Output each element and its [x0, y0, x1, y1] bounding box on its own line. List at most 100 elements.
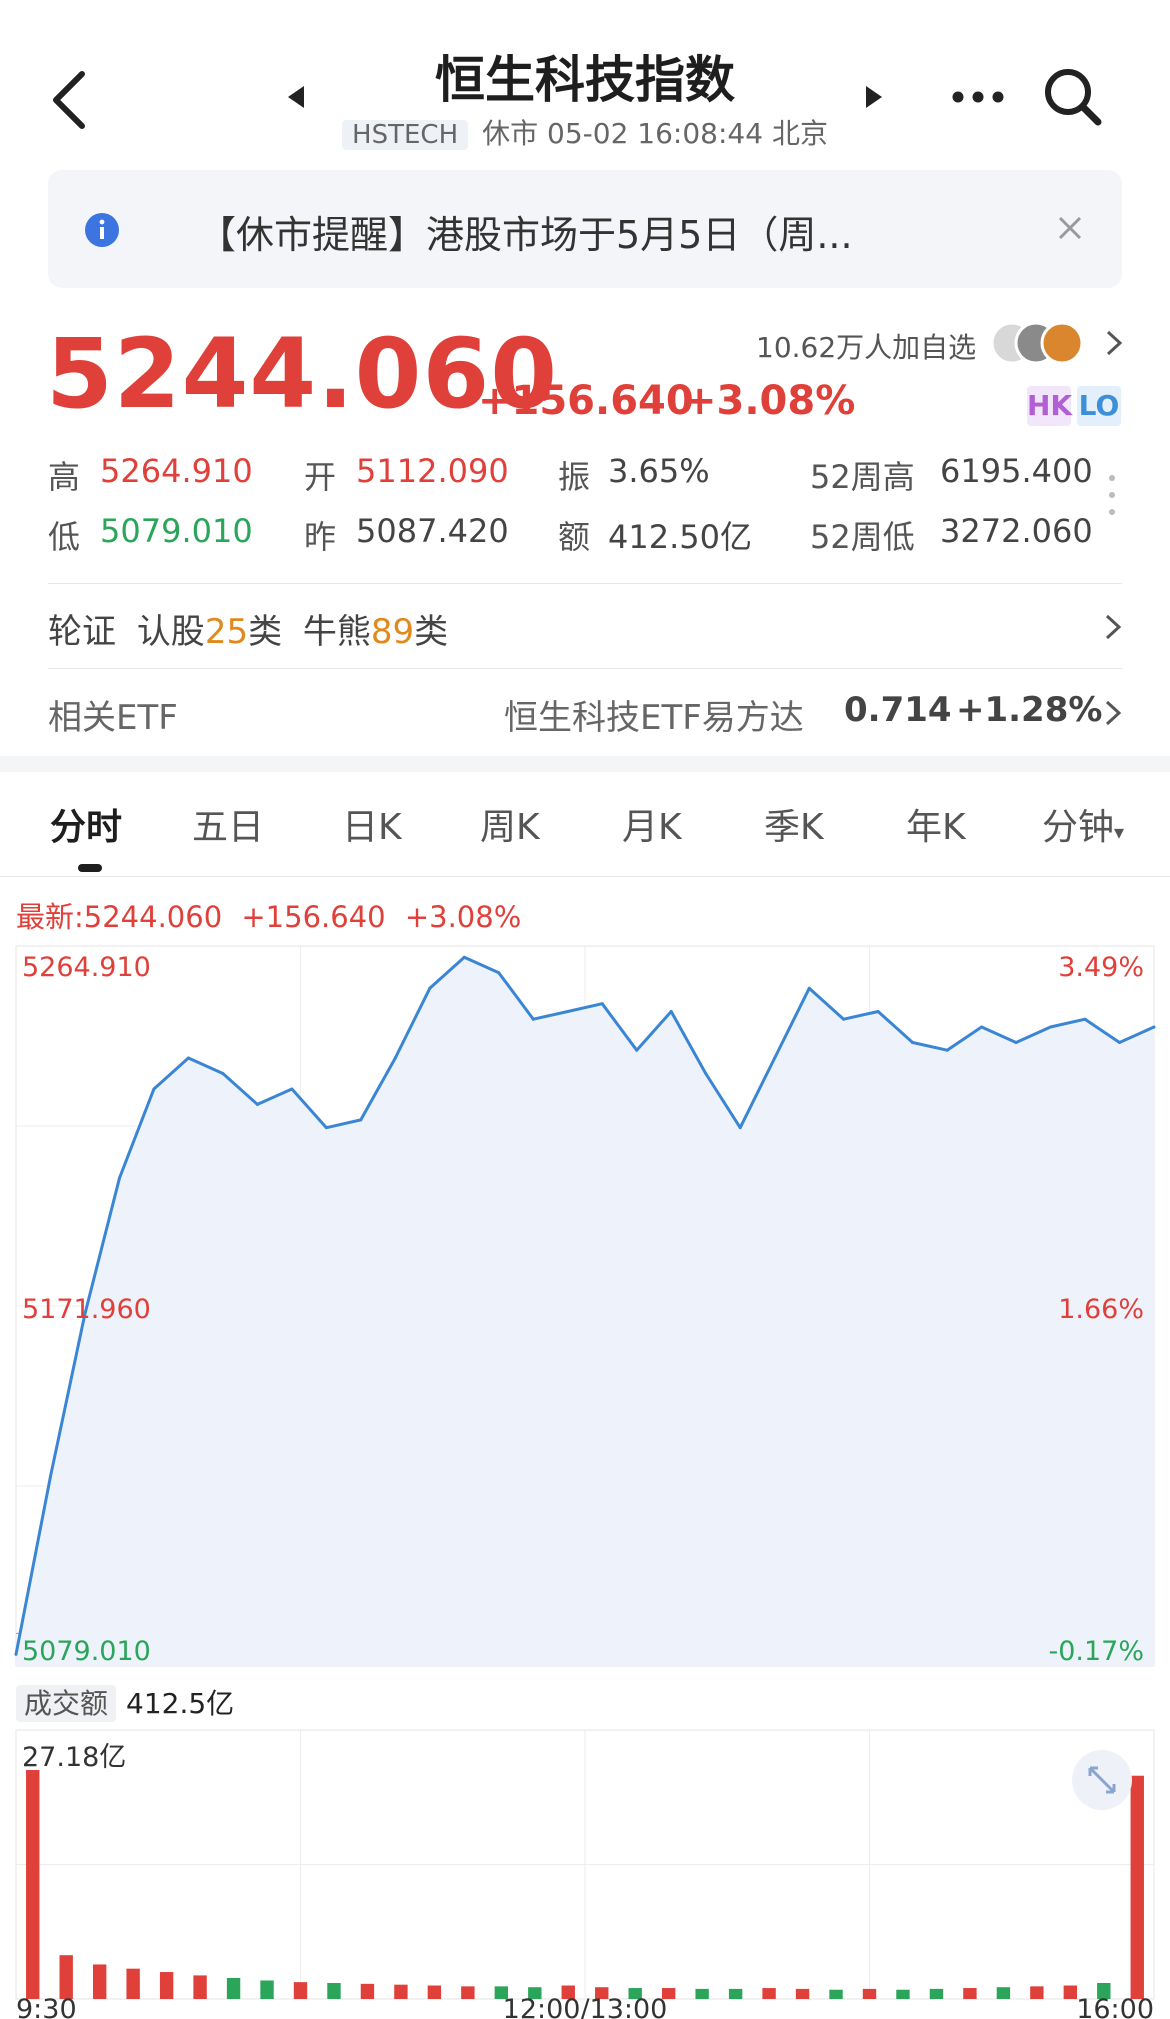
price-point [1014, 1040, 1018, 1044]
chevron-right-icon[interactable] [1102, 326, 1126, 360]
y-axis-label-left: 5264.910 [22, 952, 151, 983]
latest-label: 最新:5244.060 [16, 900, 223, 934]
volume-bar [159, 1972, 174, 1999]
volume-bar [26, 1770, 40, 1999]
price-point [359, 1118, 363, 1122]
price-point [635, 1048, 639, 1052]
price-point [152, 1087, 156, 1091]
search-button[interactable] [1038, 62, 1108, 132]
tab-quarterly-k[interactable]: 季K [764, 798, 824, 850]
notice-text: 【休市提醒】港股市场于5月5日（周... [198, 213, 853, 257]
price-point [1083, 1017, 1087, 1021]
volume-bar [293, 1982, 308, 1999]
tab-minute[interactable]: 分钟▾ [1042, 798, 1124, 850]
tab-daily-k[interactable]: 日K [342, 798, 402, 850]
triangle-right-icon [866, 86, 882, 108]
volume-bar [1063, 1985, 1078, 1999]
volume-bar [126, 1968, 140, 1999]
y-axis-label-right: 3.49% [1058, 952, 1144, 983]
call-warrants-label: 认股 [136, 612, 205, 652]
price-point [428, 986, 432, 990]
status-text: 休市 05-02 16:08:44 北京 [482, 117, 828, 150]
price-point [945, 1048, 949, 1052]
etf-change: +1.28% [956, 690, 1103, 730]
dropdown-caret-icon: ▾ [1114, 820, 1125, 844]
x-axis-tick-label: 16:00 [1076, 1994, 1154, 2019]
volume-bar [461, 1986, 475, 1999]
amplitude-label: 振 [558, 458, 591, 496]
amplitude-value: 3.65% [608, 452, 710, 490]
bull-bear-label: 牛熊 [302, 612, 371, 652]
hk-market-badge: HK [1027, 386, 1072, 426]
etf-name: 恒生科技ETF易方达 [504, 698, 804, 738]
price-point [876, 1009, 880, 1013]
amount-label: 额 [558, 518, 591, 556]
tab-weekly-k[interactable]: 周K [480, 798, 540, 850]
volume-bar [996, 1987, 1011, 1999]
tab-minute-label: 分钟 [1042, 807, 1115, 848]
volume-bar [929, 1988, 944, 1999]
tab-yearly-k[interactable]: 年K [906, 798, 966, 850]
price-point [669, 1009, 673, 1013]
price-point [324, 1126, 328, 1130]
open-label: 开 [304, 458, 337, 496]
volume-bar [896, 1989, 910, 1999]
price-point [773, 1056, 777, 1060]
warrants-row[interactable]: 轮证 认股25类 牛熊89类 [48, 604, 1122, 664]
volume-bar [762, 1988, 776, 1999]
low-value: 5079.010 [100, 512, 253, 550]
related-etf-row[interactable]: 相关ETF 恒生科技ETF易方达 0.714 +1.28% [48, 690, 1122, 750]
volume-bar [795, 1988, 810, 1999]
volume-bar [427, 1985, 442, 1999]
price-point [255, 1102, 259, 1106]
volume-bar [92, 1964, 107, 1999]
price-point [980, 1025, 984, 1029]
active-tab-indicator [78, 864, 102, 872]
volume-bar [226, 1977, 241, 1999]
price-area [16, 957, 1154, 1666]
tab-intraday[interactable]: 分时 [50, 798, 122, 850]
divider [48, 583, 1122, 584]
etf-label: 相关ETF [48, 698, 178, 738]
close-icon[interactable] [1048, 206, 1092, 250]
price-point [738, 1126, 742, 1130]
volume-bar [394, 1984, 408, 1999]
vertical-more-icon[interactable] [1106, 470, 1118, 520]
price-point [186, 1056, 190, 1060]
y-axis-label-right: 1.66% [1058, 1294, 1144, 1325]
price-point [807, 986, 811, 990]
volume-bar [695, 1988, 709, 1999]
more-dots-icon [952, 91, 1004, 103]
call-warrants-count: 25 [204, 612, 249, 652]
price-change-percent: +3.08% [683, 378, 856, 424]
volume-bar [1030, 1986, 1044, 1999]
price-point [117, 1176, 121, 1180]
price-point [14, 1652, 18, 1656]
amount-value: 412.50亿 [608, 518, 752, 556]
bull-bear-unit: 类 [414, 612, 449, 652]
avatar [1040, 321, 1084, 365]
latest-quote-line: 最新:5244.060 +156.640 +3.08% [16, 894, 521, 936]
price-point [1049, 1025, 1053, 1029]
y-axis-label-right: -0.17% [1048, 1636, 1144, 1667]
market-closed-notice[interactable]: 【休市提醒】港股市场于5月5日（周... [48, 170, 1122, 288]
high-value: 5264.910 [100, 452, 253, 490]
price-point [600, 1002, 604, 1006]
x-axis-tick-label: 9:30 [16, 1994, 77, 2019]
volume-bar [360, 1983, 375, 1999]
52w-high-label: 52周高 [810, 458, 915, 496]
intraday-chart[interactable]: 5264.910 5171.960 5079.010 3.49% 1.66% -0.17%… [0, 940, 1170, 2019]
52w-high-value: 6195.400 [940, 452, 1093, 490]
more-button[interactable] [948, 72, 1008, 122]
latest-pct: +3.08% [404, 900, 522, 934]
bull-bear-count: 89 [370, 612, 415, 652]
tab-five-day[interactable]: 五日 [192, 798, 264, 850]
volume-bar [1130, 1775, 1144, 1999]
call-warrants-unit: 类 [248, 612, 283, 652]
volume-bar [728, 1988, 743, 1999]
tab-monthly-k[interactable]: 月K [622, 798, 682, 850]
next-index-button[interactable] [860, 80, 888, 114]
watcher-avatars [990, 321, 1084, 365]
52w-low-label: 52周低 [810, 518, 915, 556]
chevron-right-icon [1105, 614, 1122, 640]
